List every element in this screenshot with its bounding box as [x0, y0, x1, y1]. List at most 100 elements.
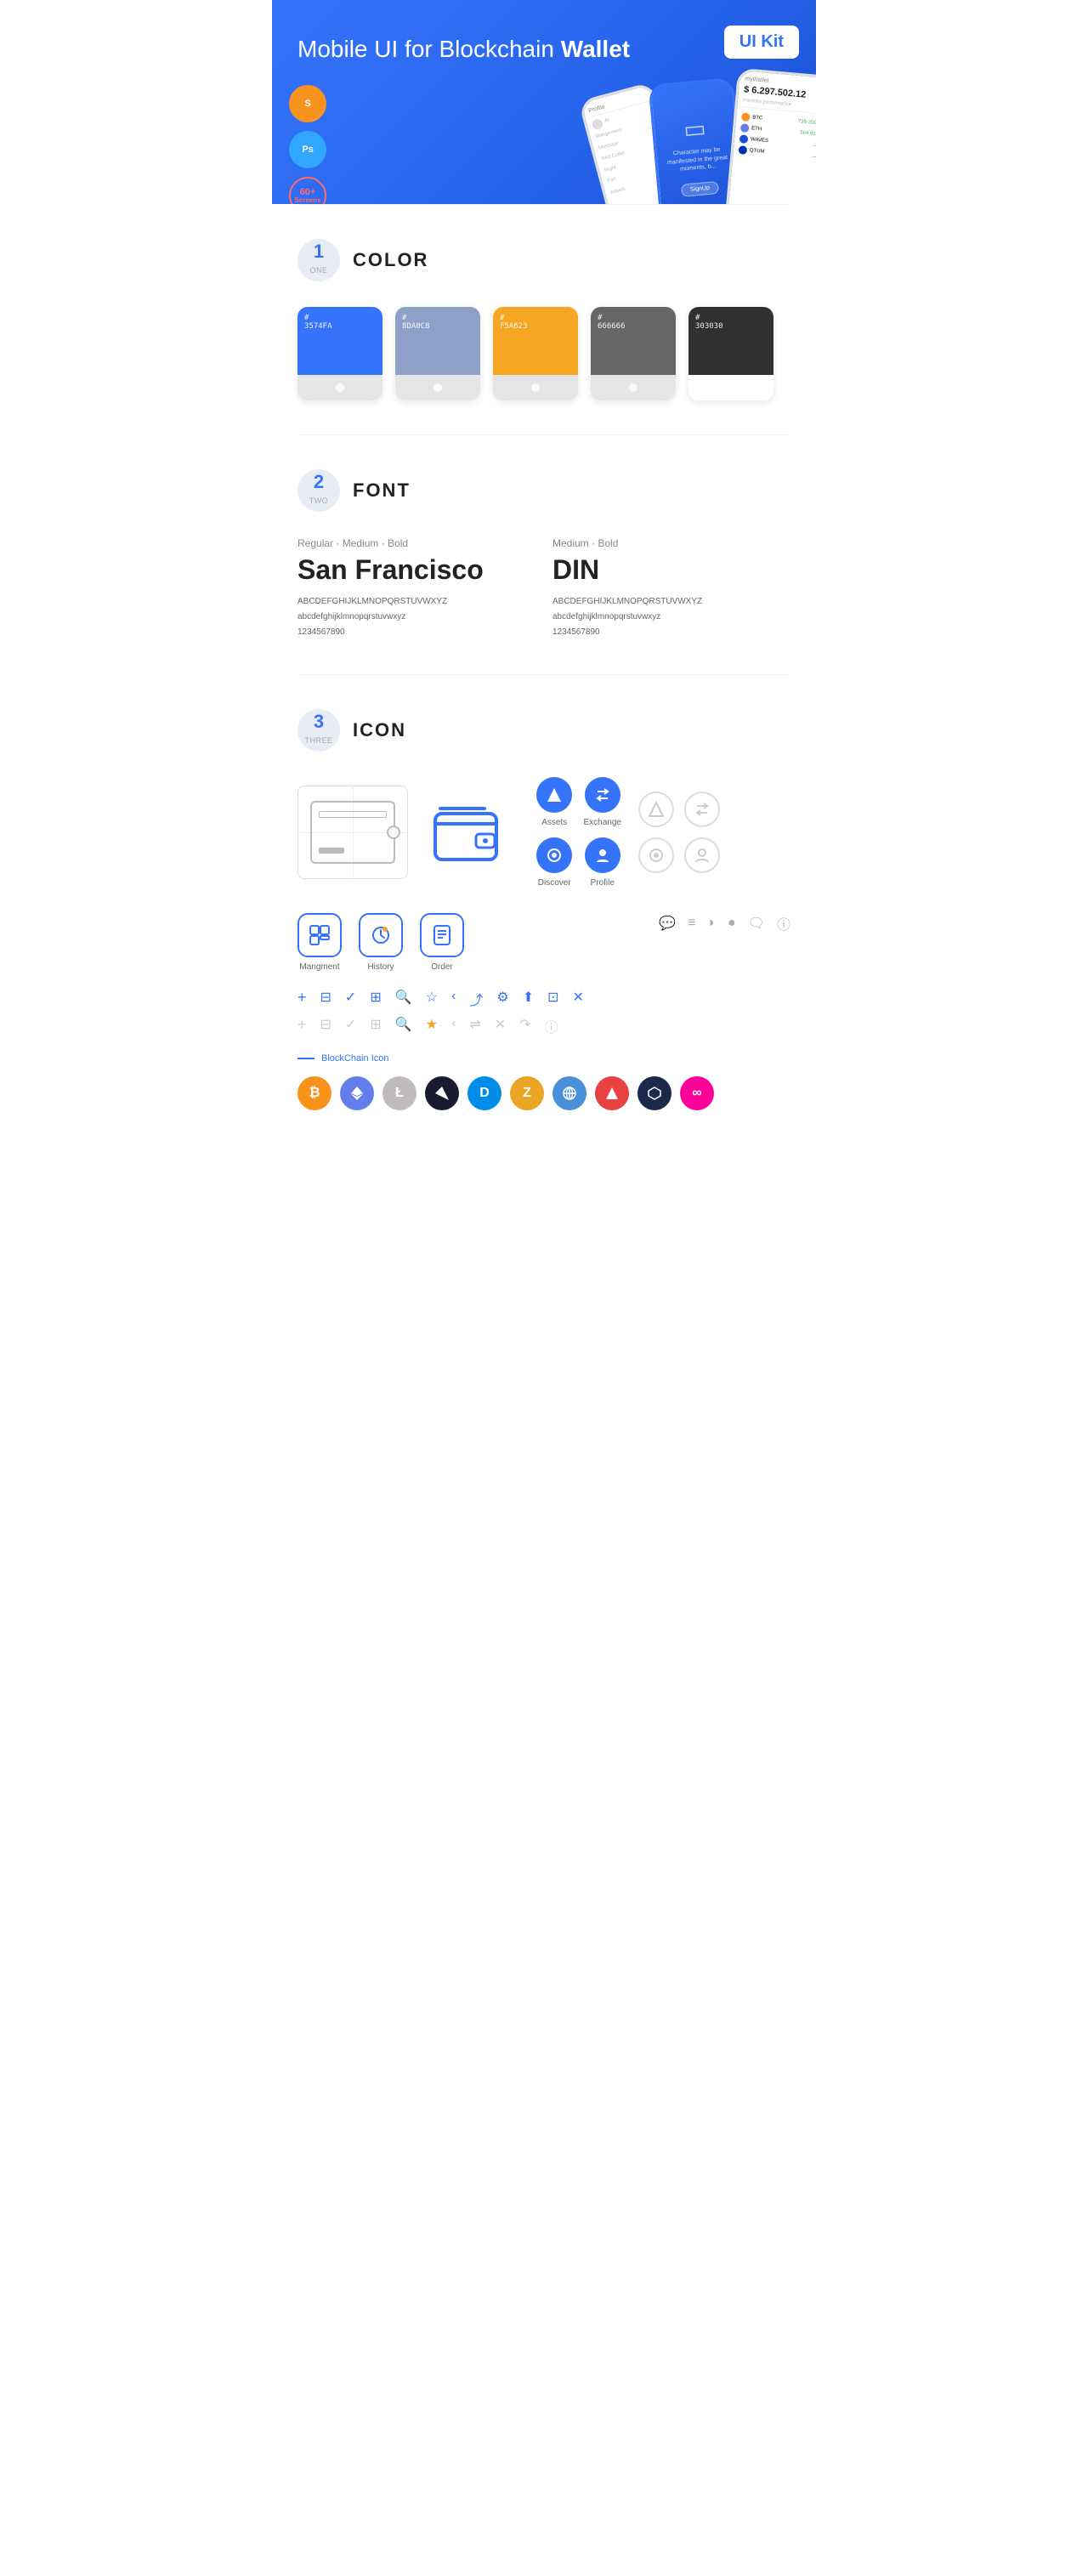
list-icon: ⊟ — [320, 989, 332, 1009]
wireframe-inner — [310, 801, 395, 864]
avax-icon — [595, 1076, 629, 1110]
icon-section: 3 THREE ICON — [272, 675, 816, 1144]
misc-icons-row-1: 💬 ≡ ◗ ● 🗨 ⓘ — [659, 913, 790, 933]
font-section-header: 2 TWO FONT — [298, 469, 790, 512]
ethereum-icon — [340, 1076, 374, 1110]
color-section: 1 ONE COLOR #3574FA #8DA0C8 #F5A623 — [272, 205, 816, 434]
wallet-svg — [434, 803, 502, 861]
hero-badges: S Ps 60+ Screens — [289, 85, 326, 204]
hero-title: Mobile UI for Blockchain Wallet — [298, 34, 790, 65]
management-icon-item: Mangment — [298, 913, 342, 972]
assets-icon — [536, 777, 572, 813]
chat-icon: 💬 — [659, 915, 676, 932]
close-icon: ✕ — [573, 989, 584, 1009]
wallet-icons-row: Assets Exchange Discover Profile — [298, 777, 790, 888]
info-icon: ⓘ — [777, 913, 790, 933]
list-icon-gray: ⊟ — [320, 1016, 332, 1036]
ui-kit-badge: UI Kit — [724, 26, 799, 59]
nav-icons-grid: Assets Exchange Discover Profile — [536, 777, 621, 888]
settings-icon: ⚙ — [496, 989, 508, 1009]
font-section-title: FONT — [353, 479, 411, 502]
check-icon: ✓ — [345, 989, 356, 1009]
circle-icon: ● — [728, 916, 736, 931]
star-icon-orange: ★ — [426, 1016, 438, 1036]
litecoin-icon: Ł — [382, 1076, 416, 1110]
management-icon — [298, 913, 342, 957]
color-card-orange: #F5A623 — [493, 307, 578, 400]
small-icons-row-gray: + ⊟ ✓ ⊞ 🔍 ★ ‹ ⇌ ✕ ↷ ⓘ — [298, 1016, 790, 1036]
plus-icon: + — [298, 989, 307, 1009]
color-section-header: 1 ONE COLOR — [298, 239, 790, 281]
font-numbers-din: 1234567890 — [552, 625, 790, 640]
profile-icon — [585, 837, 620, 873]
arrows-icon-gray: ⇌ — [469, 1016, 480, 1036]
icon-section-title: ICON — [353, 719, 406, 741]
assets-outline-icon — [638, 792, 674, 827]
font-block-din: Medium · Bold DIN ABCDEFGHIJKLMNOPQRSTUV… — [552, 537, 790, 640]
redo-icon-gray: ↷ — [519, 1016, 530, 1036]
qr-icon-gray: ⊞ — [370, 1016, 381, 1036]
wallet-wireframe-container — [298, 786, 408, 879]
color-dot — [727, 383, 735, 392]
share-icon: ⤴ — [469, 989, 483, 1009]
search-icon: 🔍 — [395, 989, 412, 1009]
font-section-number: 2 TWO — [298, 469, 340, 512]
wireframe-circle — [387, 826, 400, 839]
nav-icon-profile-outline — [684, 837, 720, 873]
dash-icon: D — [468, 1076, 502, 1110]
small-icons-section: + ⊟ ✓ ⊞ 🔍 ☆ ‹ ⤴ ⚙ ⬆ ⊡ ✕ + ⊟ ✓ ⊞ 🔍 ★ ‹ ⇌ … — [298, 989, 790, 1036]
screens-badge: 60+ Screens — [289, 177, 326, 204]
nav-icon-exchange: Exchange — [583, 777, 620, 827]
nav-icon-assets: Assets — [536, 777, 573, 827]
search-icon-gray: 🔍 — [395, 1016, 412, 1036]
network-icon — [552, 1076, 586, 1110]
star-icon: ☆ — [426, 989, 438, 1009]
font-name-sf: San Francisco — [298, 554, 536, 586]
bitcoin-icon: ₿ — [298, 1076, 332, 1110]
plus-icon-gray: + — [298, 1016, 307, 1036]
moon-icon: ◗ — [707, 916, 716, 931]
wallet-icon-colored — [425, 797, 510, 869]
info-icon-gray: ⓘ — [545, 1016, 558, 1036]
nav-icons-outline-grid — [638, 792, 720, 873]
nav-icon-assets-outline — [638, 792, 674, 827]
color-dot — [336, 383, 344, 392]
color-card-blue: #3574FA — [298, 307, 382, 400]
nav-icon-discover: Discover — [536, 837, 573, 888]
font-numbers-sf: 1234567890 — [298, 625, 536, 640]
bubble-icon: 🗨 — [748, 915, 765, 932]
discover-icon — [536, 837, 572, 873]
color-card-gray-blue: #8DA0C8 — [395, 307, 480, 400]
wireframe-block — [319, 848, 344, 854]
font-weights-din: Medium · Bold — [552, 537, 790, 549]
color-dot — [434, 383, 442, 392]
chevron-left-icon: ‹ — [451, 989, 456, 1009]
exchange-outline-icon — [684, 792, 720, 827]
font-lowercase-din: abcdefghijklmnopqrstuvwxyz — [552, 610, 790, 625]
upload-icon: ⬆ — [523, 989, 534, 1009]
icon-section-number: 3 THREE — [298, 709, 340, 752]
sketch-badge: S — [289, 85, 326, 122]
history-icon-item: History — [359, 913, 403, 972]
misc-icons-group: 💬 ≡ ◗ ● 🗨 ⓘ — [659, 913, 790, 933]
phone-mockup-3: myWallet+ $ 6.297.502.12 Portfolio perfo… — [724, 68, 816, 204]
color-card-gray: #666666 — [591, 307, 676, 400]
polygon-icon: ∞ — [680, 1076, 714, 1110]
font-weights-sf: Regular · Medium · Bold — [298, 537, 536, 549]
color-card-dark: #303030 — [688, 307, 774, 400]
color-section-number: 1 ONE — [298, 239, 340, 281]
nav-icon-discover-outline — [638, 837, 674, 873]
discover-outline-icon — [638, 837, 674, 873]
nav-icon-profile: Profile — [583, 837, 620, 888]
profile-outline-icon — [684, 837, 720, 873]
font-name-din: DIN — [552, 554, 790, 586]
app-icons-section: Mangment History Order 💬 ≡ ◗ ● — [298, 913, 790, 972]
font-grid: Regular · Medium · Bold San Francisco AB… — [298, 537, 790, 640]
app-icons-group: Mangment History Order — [298, 913, 642, 972]
font-section: 2 TWO FONT Regular · Medium · Bold San F… — [272, 435, 816, 674]
exchange-icon — [585, 777, 620, 813]
blockchain-section: BlockChain Icon — [298, 1053, 790, 1064]
crypto-icons-row: ₿ Ł D Z ∞ — [298, 1076, 790, 1110]
phone-mockups: Profile AI Mangement Message Red Caller … — [578, 72, 816, 204]
check-icon-gray: ✓ — [345, 1016, 356, 1036]
